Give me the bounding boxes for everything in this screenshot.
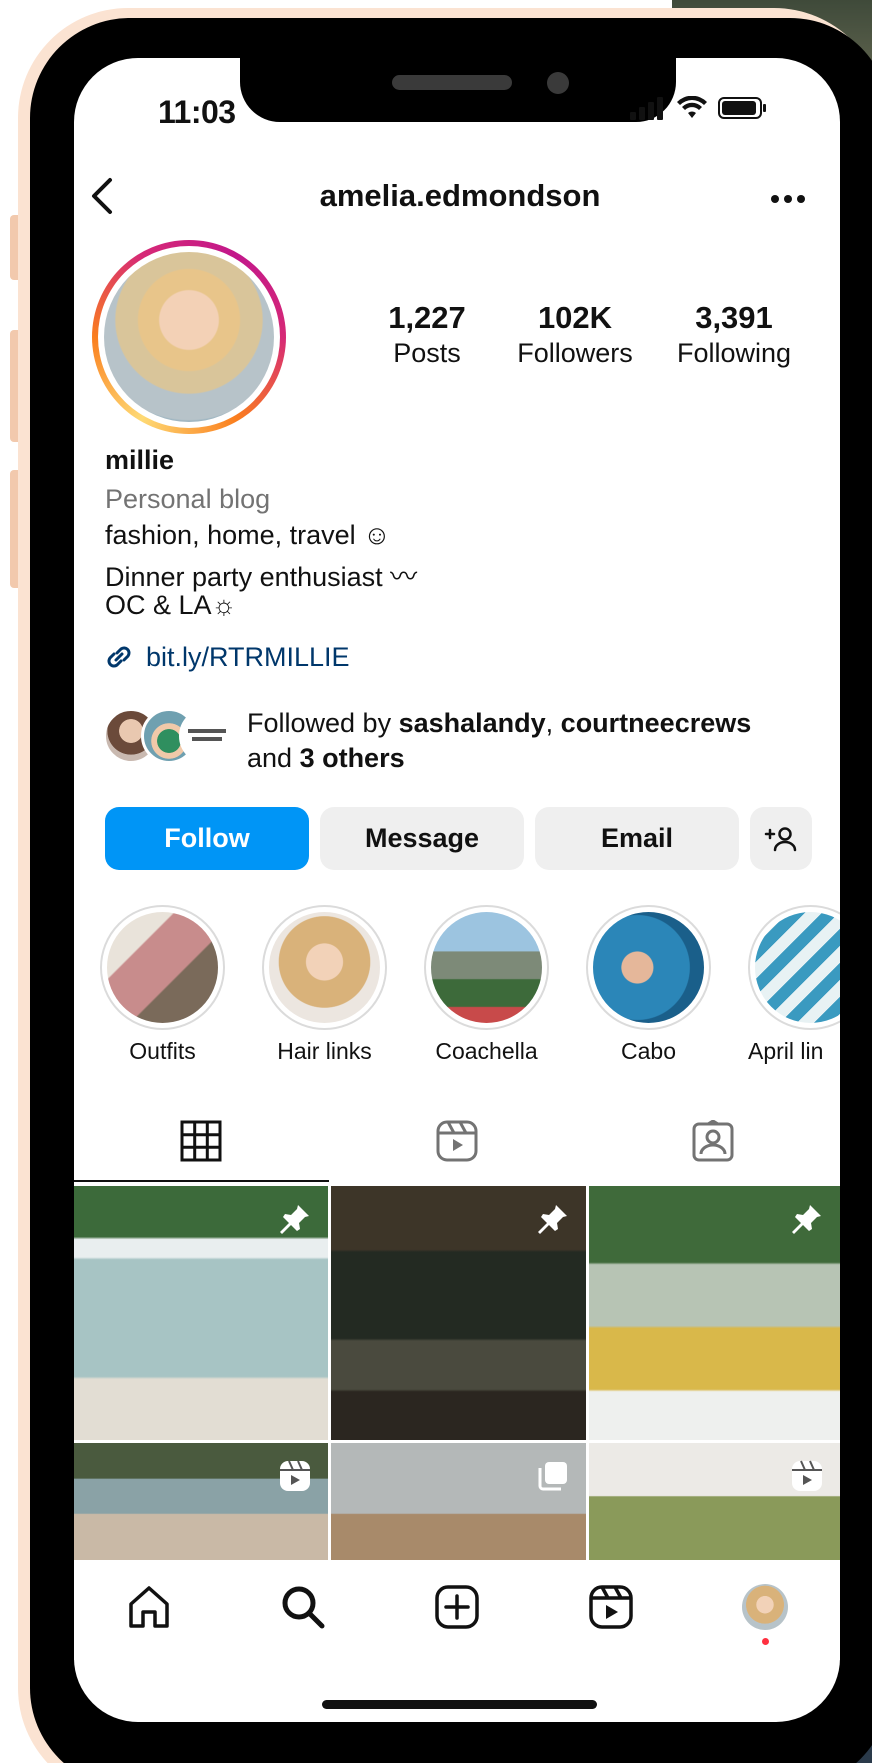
highlight-cover — [593, 912, 704, 1023]
mutual-followers-avatars[interactable] — [103, 708, 238, 766]
avatar-photo — [104, 252, 274, 422]
battery-icon — [718, 97, 766, 119]
mutual-avatar — [179, 708, 235, 764]
bio-line: OC & LA☼ — [105, 590, 237, 620]
stat-posts[interactable]: 1,227 Posts — [367, 300, 487, 369]
follow-button[interactable]: Follow — [105, 807, 309, 870]
highlight-cabo[interactable]: Cabo — [586, 905, 711, 1065]
more-options-icon[interactable] — [770, 194, 806, 204]
add-user-icon — [764, 826, 797, 851]
notch-camera — [547, 72, 569, 94]
highlight-hair-links[interactable]: Hair links — [262, 905, 387, 1065]
signal-icon — [630, 97, 663, 120]
highlight-cover — [107, 912, 218, 1023]
home-icon[interactable] — [126, 1584, 172, 1630]
highlight-cover — [755, 912, 840, 1023]
status-icons — [630, 96, 768, 120]
post-tile[interactable] — [589, 1443, 840, 1560]
search-icon[interactable] — [280, 1584, 326, 1630]
pinned-icon — [792, 1205, 821, 1234]
link-icon — [107, 646, 131, 668]
highlight-april-links[interactable]: April lin — [748, 905, 840, 1065]
bio-link[interactable]: bit.ly/RTRMILLIE — [102, 640, 350, 674]
active-tab-indicator — [74, 1180, 329, 1182]
highlight-cover — [269, 912, 380, 1023]
notification-dot — [762, 1638, 769, 1645]
display-name: millie — [105, 445, 175, 475]
home-indicator — [322, 1700, 597, 1709]
profile-avatar-icon[interactable] — [742, 1584, 788, 1630]
reels-tab-icon[interactable] — [436, 1120, 478, 1162]
profile-avatar[interactable] — [92, 240, 286, 434]
stat-following[interactable]: 3,391 Following — [664, 300, 804, 369]
highlight-coachella[interactable]: Coachella — [424, 905, 549, 1065]
mutual-followers-text[interactable]: Followed by sashalandy, courtneecrews an… — [247, 706, 751, 776]
mutual-logo-icon — [188, 729, 226, 741]
carousel-icon — [538, 1462, 567, 1491]
bio-line: Dinner party enthusiast 〰 — [105, 562, 418, 592]
suggested-users-button[interactable] — [750, 807, 812, 870]
create-icon[interactable] — [434, 1584, 480, 1630]
post-tile[interactable] — [589, 1186, 840, 1440]
bio-line: fashion, home, travel ☺ — [105, 520, 391, 550]
post-tile[interactable] — [74, 1443, 328, 1560]
reel-badge-icon — [280, 1460, 310, 1491]
message-button[interactable]: Message — [320, 807, 524, 870]
reels-icon[interactable] — [588, 1584, 634, 1630]
back-chevron-icon[interactable] — [88, 176, 118, 216]
pinned-icon — [280, 1205, 309, 1234]
status-time: 11:03 — [158, 94, 236, 130]
wifi-icon — [677, 96, 707, 118]
highlight-cover — [431, 912, 542, 1023]
bio-link-text: bit.ly/RTRMILLIE — [146, 641, 350, 672]
profile-username: amelia.edmondson — [319, 178, 601, 213]
tagged-icon[interactable] — [692, 1120, 734, 1162]
post-tile[interactable] — [331, 1186, 586, 1440]
profile-category: Personal blog — [105, 484, 271, 514]
grid-icon[interactable] — [180, 1120, 222, 1162]
post-tile[interactable] — [331, 1443, 586, 1560]
highlight-outfits[interactable]: Outfits — [100, 905, 225, 1065]
reel-badge-icon — [792, 1460, 822, 1491]
stat-followers[interactable]: 102K Followers — [505, 300, 645, 369]
notch-speaker — [392, 75, 512, 90]
post-tile[interactable] — [74, 1186, 328, 1440]
email-button[interactable]: Email — [535, 807, 739, 870]
pinned-icon — [538, 1205, 567, 1234]
